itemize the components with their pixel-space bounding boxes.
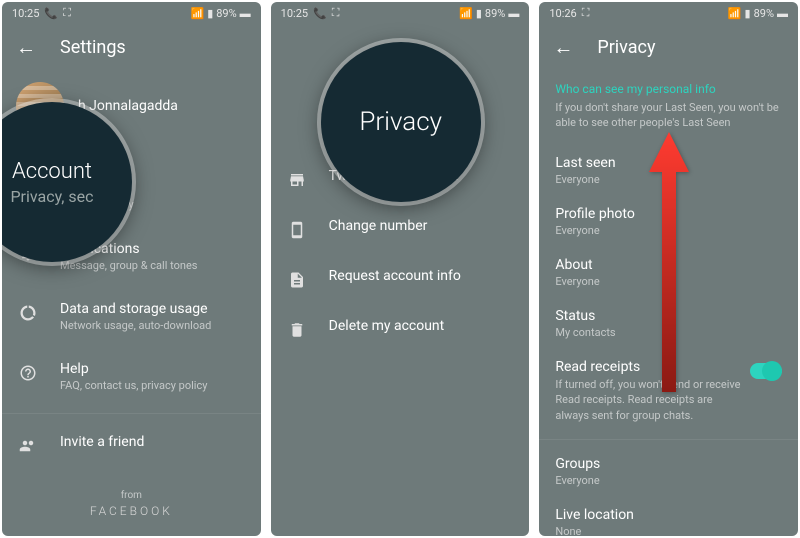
privacy-title: Groups	[555, 456, 782, 472]
menu-title: Data and storage usage	[60, 301, 211, 317]
status-bar: 10:25 📞 ⛶ 📶 ▮ 89% ▬	[271, 2, 530, 24]
privacy-title: Profile photo	[555, 206, 782, 222]
privacy-groups[interactable]: Groups Everyone	[539, 446, 798, 497]
menu-item-delete-account[interactable]: Delete my account	[271, 304, 530, 354]
menu-sub: FAQ, contact us, privacy policy	[60, 379, 207, 393]
header: ← Privacy	[539, 24, 798, 70]
privacy-status[interactable]: Status My contacts	[539, 298, 798, 349]
privacy-value: My contacts	[555, 326, 782, 339]
page-title: Privacy	[597, 37, 655, 58]
phone-icon: 📞	[313, 7, 327, 20]
menu-item-change-number[interactable]: Change number	[271, 204, 530, 254]
header: ← Settings	[2, 24, 261, 70]
privacy-about[interactable]: About Everyone	[539, 247, 798, 298]
privacy-value: Everyone	[555, 275, 782, 288]
privacy-title: Last seen	[555, 155, 782, 171]
phone-screen-settings: 10:25 📞 ⛶ 📶 ▮ 89% ▬ ← Settings h Jonnala…	[2, 2, 261, 536]
expand-icon: ⛶	[63, 6, 71, 20]
privacy-value: Everyone	[555, 474, 782, 487]
callout-sub: Privacy, sec	[10, 187, 93, 206]
expand-icon: ⛶	[582, 6, 590, 20]
battery-icon: ▬	[508, 7, 519, 20]
page-title: Settings	[60, 37, 126, 58]
back-arrow-icon[interactable]: ←	[16, 35, 36, 60]
phone-screen-account: 10:25 📞 ⛶ 📶 ▮ 89% ▬ Two-step verificatio…	[271, 2, 530, 536]
wifi-icon: 📶	[190, 7, 204, 20]
status-time: 10:25	[281, 7, 308, 20]
battery-percent: 89%	[216, 7, 236, 20]
expand-icon: ⛶	[332, 6, 340, 20]
status-time: 10:26	[549, 7, 576, 20]
menu-title: Change number	[329, 218, 428, 234]
battery-icon: ▬	[240, 7, 251, 20]
phone-screen-privacy: 10:26 ⛶ 📶 ▮ 89% ▬ ← Privacy Who can see …	[539, 2, 798, 536]
privacy-last-seen[interactable]: Last seen Everyone	[539, 145, 798, 196]
section-header: Who can see my personal info	[539, 70, 798, 100]
menu-sub: Network usage, auto-download	[60, 319, 211, 333]
status-bar: 10:25 📞 ⛶ 📶 ▮ 89% ▬	[2, 2, 261, 24]
privacy-live-location[interactable]: Live location None	[539, 497, 798, 536]
privacy-value: None	[555, 525, 782, 536]
callout-title: Privacy	[359, 107, 442, 137]
menu-item-invite[interactable]: Invite a friend	[2, 420, 261, 470]
privacy-profile-photo[interactable]: Profile photo Everyone	[539, 196, 798, 247]
privacy-title: Live location	[555, 507, 782, 523]
wifi-icon: 📶	[459, 7, 473, 20]
menu-title: Delete my account	[329, 318, 445, 334]
privacy-read-receipts[interactable]: Read receipts If turned off, you won't s…	[539, 349, 798, 433]
divider	[539, 439, 798, 440]
privacy-desc: If turned off, you won't send or receive…	[555, 377, 745, 423]
battery-percent: 89%	[754, 7, 774, 20]
status-time: 10:25	[12, 7, 39, 20]
callout-privacy: Privacy	[321, 42, 481, 202]
battery-percent: 89%	[485, 7, 505, 20]
privacy-value: Everyone	[555, 224, 782, 237]
menu-item-request-info[interactable]: Request account info	[271, 254, 530, 304]
profile-name: h Jonnalagadda	[78, 98, 178, 114]
trash-icon	[287, 320, 307, 340]
menu-title: Help	[60, 361, 207, 377]
signal-icon: ▮	[207, 7, 213, 20]
help-icon	[18, 363, 38, 383]
section-note: If you don't share your Last Seen, you w…	[539, 100, 798, 145]
wifi-icon: 📶	[728, 7, 742, 20]
menu-item-data-storage[interactable]: Data and storage usage Network usage, au…	[2, 287, 261, 347]
callout-title: Account	[12, 159, 92, 184]
menu-sub: Message, group & call tones	[60, 259, 197, 273]
menu-title: Request account info	[329, 268, 461, 284]
menu-item-help[interactable]: Help FAQ, contact us, privacy policy	[2, 347, 261, 407]
privacy-title: About	[555, 257, 782, 273]
people-icon	[18, 436, 38, 456]
phone-icon: 📞	[44, 7, 58, 20]
facebook-label: FACEBOOK	[2, 504, 261, 518]
back-arrow-icon[interactable]: ←	[553, 35, 573, 60]
phone-change-icon	[287, 220, 307, 240]
privacy-title: Read receipts	[555, 359, 745, 375]
signal-icon: ▮	[745, 7, 751, 20]
signal-icon: ▮	[476, 7, 482, 20]
status-bar: 10:26 ⛶ 📶 ▮ 89% ▬	[539, 2, 798, 24]
privacy-title: Status	[555, 308, 782, 324]
privacy-value: Everyone	[555, 173, 782, 186]
battery-icon: ▬	[777, 7, 788, 20]
divider	[2, 413, 261, 414]
data-usage-icon	[18, 303, 38, 323]
from-label: from	[2, 490, 261, 501]
toggle-switch[interactable]	[750, 363, 782, 379]
verified-icon	[287, 170, 307, 190]
menu-title: Invite a friend	[60, 434, 144, 450]
document-icon	[287, 270, 307, 290]
